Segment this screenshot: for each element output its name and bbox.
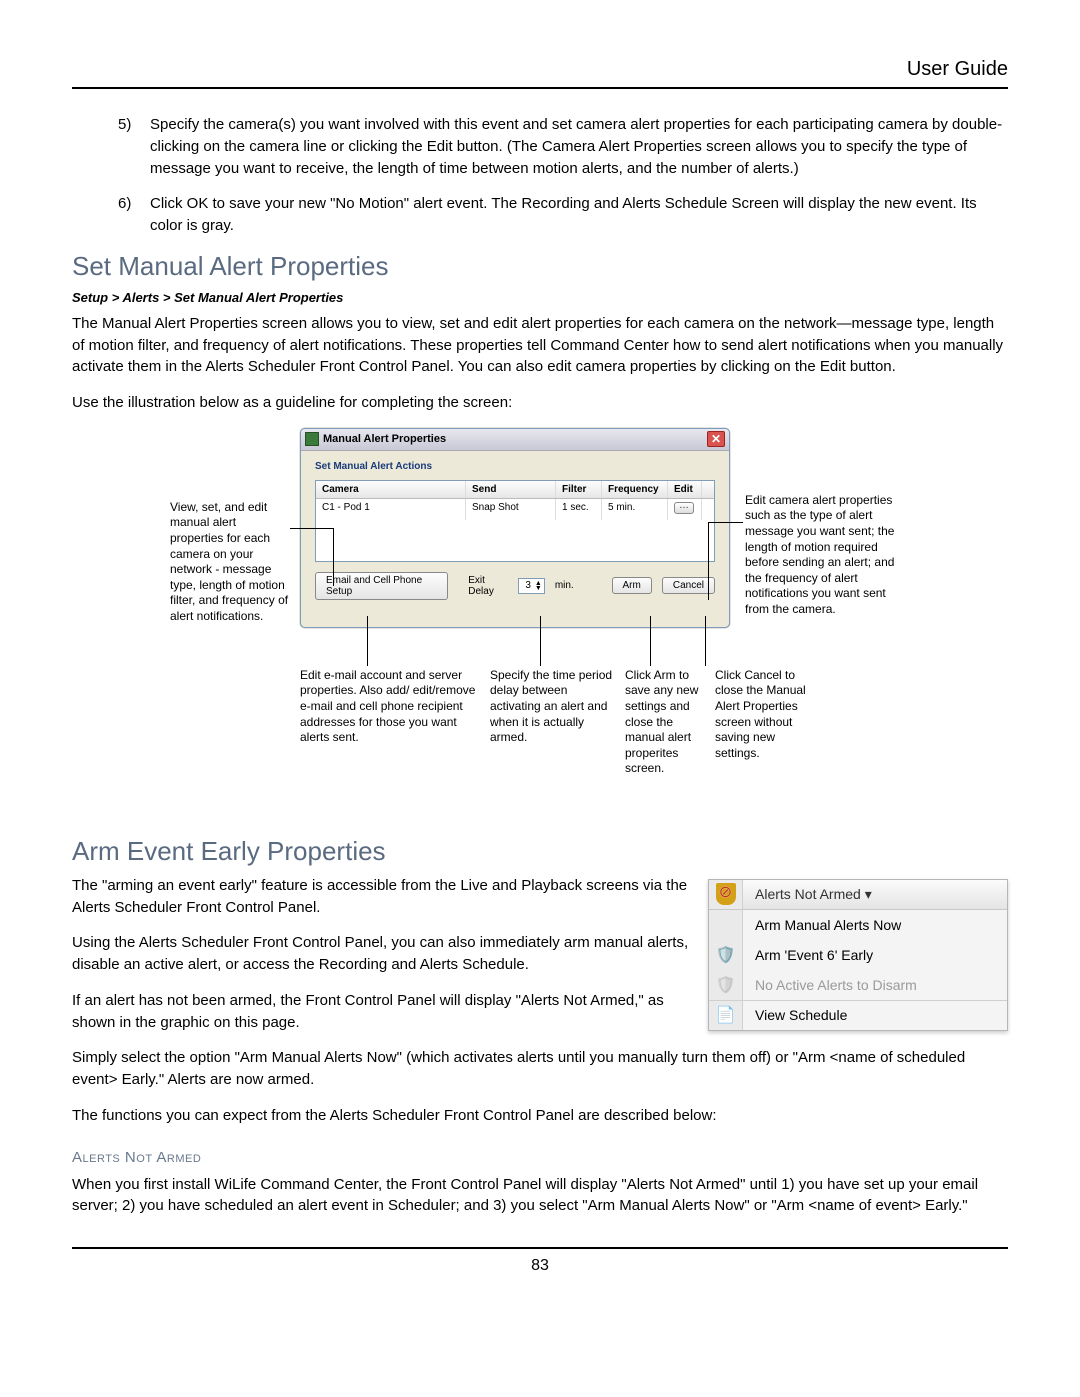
table-row[interactable]: C1 - Pod 1 Snap Shot 1 sec. 5 min.: [316, 499, 714, 520]
cell-camera: C1 - Pod 1: [316, 499, 466, 520]
col-frequency[interactable]: Frequency: [602, 481, 668, 498]
menu-label: View Schedule: [743, 1002, 1007, 1028]
breadcrumb: Setup > Alerts > Set Manual Alert Proper…: [72, 290, 1008, 305]
dialog-section-header: Set Manual Alert Actions: [301, 451, 729, 480]
menu-item-no-active: 🛡️ No Active Alerts to Disarm: [709, 970, 1007, 1000]
close-button[interactable]: ✕: [707, 431, 725, 447]
col-send[interactable]: Send: [466, 481, 556, 498]
menu-header[interactable]: Alerts Not Armed ▾: [709, 880, 1007, 910]
callout-arm: Click Arm to save any new settings and c…: [625, 668, 710, 777]
exit-delay-unit: min.: [555, 580, 574, 591]
header-rule: [72, 87, 1008, 89]
exit-delay-value: 3: [525, 580, 531, 591]
list-text-5: Specify the camera(s) you want involved …: [150, 114, 1008, 179]
schedule-icon: 📄: [716, 1005, 736, 1025]
page-number: 83: [72, 1257, 1008, 1275]
menu-item-arm-now[interactable]: Arm Manual Alerts Now: [709, 910, 1007, 940]
cell-edit[interactable]: [668, 499, 702, 520]
header-right: User Guide: [72, 58, 1008, 87]
exit-delay-spinner[interactable]: 3 ▲▼: [518, 578, 545, 594]
menu-label: Arm Manual Alerts Now: [743, 912, 1007, 938]
dialog-manual-alert: Manual Alert Properties ✕ Set Manual Ale…: [300, 428, 730, 628]
figure-manual-alert-properties: Manual Alert Properties ✕ Set Manual Ale…: [170, 428, 910, 808]
email-setup-button[interactable]: Email and Cell Phone Setup: [315, 572, 448, 600]
sec2-p4: Simply select the option "Arm Manual Ale…: [72, 1047, 1008, 1091]
sec1-p2: Use the illustration below as a guidelin…: [72, 392, 1008, 414]
callout-cancel: Click Cancel to close the Manual Alert P…: [715, 668, 815, 762]
menu-label: No Active Alerts to Disarm: [743, 972, 1007, 998]
sec2-p5: The functions you can expect from the Al…: [72, 1105, 1008, 1127]
menu-item-arm-event-early[interactable]: 🛡️ Arm 'Event 6' Early: [709, 940, 1007, 970]
shield-grey-icon: 🛡️: [716, 975, 736, 995]
arm-button[interactable]: Arm: [612, 577, 652, 594]
col-filter[interactable]: Filter: [556, 481, 602, 498]
list-num-5: 5): [118, 114, 140, 179]
section-title-arm: Arm Event Early Properties: [72, 836, 1008, 867]
menu-label: Arm 'Event 6' Early: [743, 942, 1007, 968]
callout-email: Edit e-mail account and server propertie…: [300, 668, 480, 746]
exit-delay-label: Exit Delay: [468, 575, 508, 597]
col-edit[interactable]: Edit: [668, 481, 702, 498]
callout-left: View, set, and edit manual alert propert…: [170, 500, 290, 625]
shield-icon: [716, 883, 736, 905]
app-icon: [305, 432, 319, 446]
figure-front-control-panel: Alerts Not Armed ▾ Arm Manual Alerts Now…: [708, 879, 1008, 1031]
sub-p: When you first install WiLife Command Ce…: [72, 1174, 1008, 1218]
section-title-manual: Set Manual Alert Properties: [72, 251, 1008, 282]
edit-row-button[interactable]: [674, 502, 694, 514]
list-text-6: Click OK to save your new "No Motion" al…: [150, 193, 1008, 237]
camera-list[interactable]: Camera Send Filter Frequency Edit C1 - P…: [315, 480, 715, 562]
cell-send: Snap Shot: [466, 499, 556, 520]
callout-right: Edit camera alert properties such as the…: [745, 493, 905, 618]
spinner-arrows-icon[interactable]: ▲▼: [535, 581, 542, 591]
shield-small-icon: 🛡️: [716, 945, 736, 965]
callout-delay: Specify the time period delay between ac…: [490, 668, 620, 746]
cell-filter: 1 sec.: [556, 499, 602, 520]
menu-item-view-schedule[interactable]: 📄 View Schedule: [709, 1000, 1007, 1030]
footer-rule: [72, 1247, 1008, 1249]
sec1-p1: The Manual Alert Properties screen allow…: [72, 313, 1008, 378]
menu-header-label: Alerts Not Armed ▾: [743, 881, 1007, 908]
subheading-alerts-not-armed: Alerts Not Armed: [72, 1149, 1008, 1166]
col-camera[interactable]: Camera: [316, 481, 466, 498]
dialog-title: Manual Alert Properties: [323, 433, 446, 445]
cell-frequency: 5 min.: [602, 499, 668, 520]
list-num-6: 6): [118, 193, 140, 237]
